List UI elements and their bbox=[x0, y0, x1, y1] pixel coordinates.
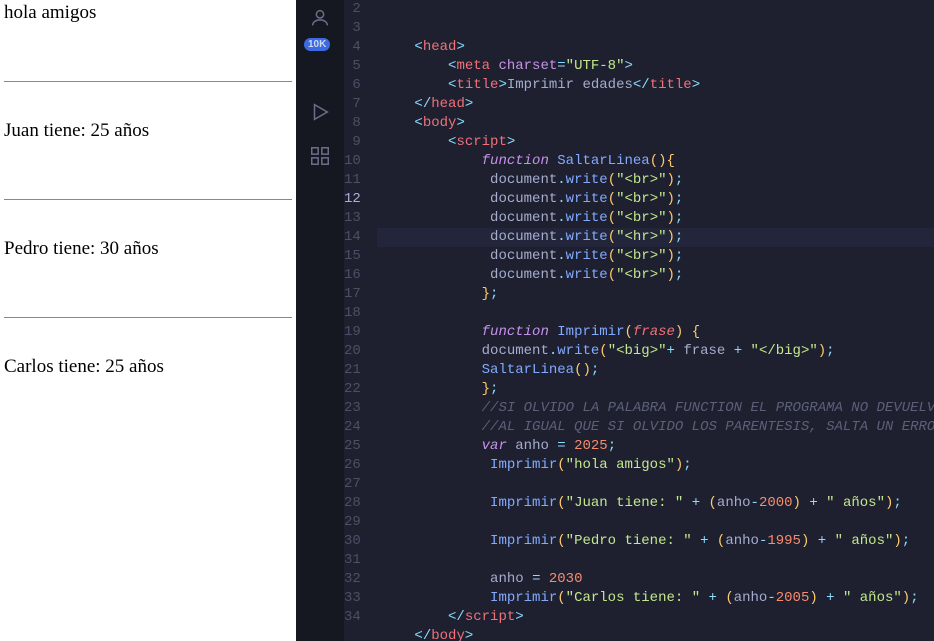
code-line[interactable]: SaltarLinea(); bbox=[377, 361, 934, 380]
line-number: 30 bbox=[344, 532, 361, 551]
line-number: 5 bbox=[344, 57, 361, 76]
line-number: 27 bbox=[344, 475, 361, 494]
line-number: 7 bbox=[344, 95, 361, 114]
line-number: 34 bbox=[344, 608, 361, 627]
editor-pane[interactable]: 2345678910111213141516171819202122232425… bbox=[344, 0, 934, 641]
line-number: 2 bbox=[344, 0, 361, 19]
code-line[interactable]: Imprimir("Pedro tiene: " + (anho-1995) +… bbox=[377, 532, 934, 551]
code-line[interactable]: Imprimir("hola amigos"); bbox=[377, 456, 934, 475]
line-number: 33 bbox=[344, 589, 361, 608]
line-number: 16 bbox=[344, 266, 361, 285]
code-line[interactable]: document.write("<big>"+ frase + "</big>"… bbox=[377, 342, 934, 361]
code-line[interactable]: document.write("<br>"); bbox=[377, 247, 934, 266]
code-line[interactable]: </script> bbox=[377, 608, 934, 627]
line-number: 28 bbox=[344, 494, 361, 513]
line-number: 24 bbox=[344, 418, 361, 437]
line-number: 3 bbox=[344, 19, 361, 38]
code-line[interactable]: <body> bbox=[377, 114, 934, 133]
line-number: 10 bbox=[344, 152, 361, 171]
line-number: 11 bbox=[344, 171, 361, 190]
code-line[interactable]: document.write("<hr>"); bbox=[377, 228, 934, 247]
code-line[interactable]: <script> bbox=[377, 133, 934, 152]
line-number: 20 bbox=[344, 342, 361, 361]
line-number: 15 bbox=[344, 247, 361, 266]
code-line[interactable]: </head> bbox=[377, 95, 934, 114]
preview-line: Juan tiene: 25 años bbox=[4, 120, 292, 142]
line-number: 13 bbox=[344, 209, 361, 228]
line-number: 17 bbox=[344, 285, 361, 304]
line-number: 14 bbox=[344, 228, 361, 247]
code-line[interactable]: <head> bbox=[377, 38, 934, 57]
code-line[interactable]: function SaltarLinea(){ bbox=[377, 152, 934, 171]
line-number: 32 bbox=[344, 570, 361, 589]
code-line[interactable]: document.write("<br>"); bbox=[377, 266, 934, 285]
code-line[interactable] bbox=[377, 475, 934, 494]
line-number: 18 bbox=[344, 304, 361, 323]
line-number: 9 bbox=[344, 133, 361, 152]
code-line[interactable]: <title>Imprimir edades</title> bbox=[377, 76, 934, 95]
line-number: 23 bbox=[344, 399, 361, 418]
code-line[interactable]: document.write("<br>"); bbox=[377, 190, 934, 209]
code-line[interactable] bbox=[377, 304, 934, 323]
line-number: 8 bbox=[344, 114, 361, 133]
code-line[interactable]: Imprimir("Juan tiene: " + (anho-2000) + … bbox=[377, 494, 934, 513]
code-line[interactable]: function Imprimir(frase) { bbox=[377, 323, 934, 342]
line-number: 6 bbox=[344, 76, 361, 95]
line-number: 12 bbox=[344, 190, 361, 209]
code-line[interactable]: document.write("<br>"); bbox=[377, 171, 934, 190]
line-number: 19 bbox=[344, 323, 361, 342]
code-area[interactable]: <head> <meta charset="UTF-8"> <title>Imp… bbox=[377, 0, 934, 641]
code-line[interactable]: </body> bbox=[377, 627, 934, 641]
preview-pane: hola amigos Juan tiene: 25 años Pedro ti… bbox=[0, 0, 296, 641]
badge-10k: 10K bbox=[304, 38, 330, 51]
code-line[interactable]: document.write("<br>"); bbox=[377, 209, 934, 228]
preview-line: Carlos tiene: 25 años bbox=[4, 356, 292, 378]
code-line[interactable]: }; bbox=[377, 380, 934, 399]
code-line[interactable] bbox=[377, 551, 934, 570]
line-gutter: 2345678910111213141516171819202122232425… bbox=[344, 0, 377, 641]
line-number: 25 bbox=[344, 437, 361, 456]
activity-bar: 10K bbox=[296, 0, 344, 641]
line-number: 21 bbox=[344, 361, 361, 380]
code-line[interactable]: Imprimir("Carlos tiene: " + (anho-2005) … bbox=[377, 589, 934, 608]
code-line[interactable] bbox=[377, 513, 934, 532]
code-line[interactable]: }; bbox=[377, 285, 934, 304]
line-number: 26 bbox=[344, 456, 361, 475]
preview-line: Pedro tiene: 30 años bbox=[4, 238, 292, 260]
code-line[interactable]: //AL IGUAL QUE SI OLVIDO LOS PARENTESIS,… bbox=[377, 418, 934, 437]
run-debug-icon[interactable] bbox=[308, 100, 332, 124]
line-number: 31 bbox=[344, 551, 361, 570]
accounts-icon[interactable] bbox=[308, 6, 332, 30]
line-number: 22 bbox=[344, 380, 361, 399]
code-line[interactable]: <meta charset="UTF-8"> bbox=[377, 57, 934, 76]
code-line[interactable]: //SI OLVIDO LA PALABRA FUNCTION EL PROGR… bbox=[377, 399, 934, 418]
line-number: 4 bbox=[344, 38, 361, 57]
code-line[interactable]: var anho = 2025; bbox=[377, 437, 934, 456]
line-number: 29 bbox=[344, 513, 361, 532]
extensions-icon[interactable] bbox=[308, 144, 332, 168]
code-line[interactable]: anho = 2030 bbox=[377, 570, 934, 589]
preview-line: hola amigos bbox=[4, 2, 292, 24]
